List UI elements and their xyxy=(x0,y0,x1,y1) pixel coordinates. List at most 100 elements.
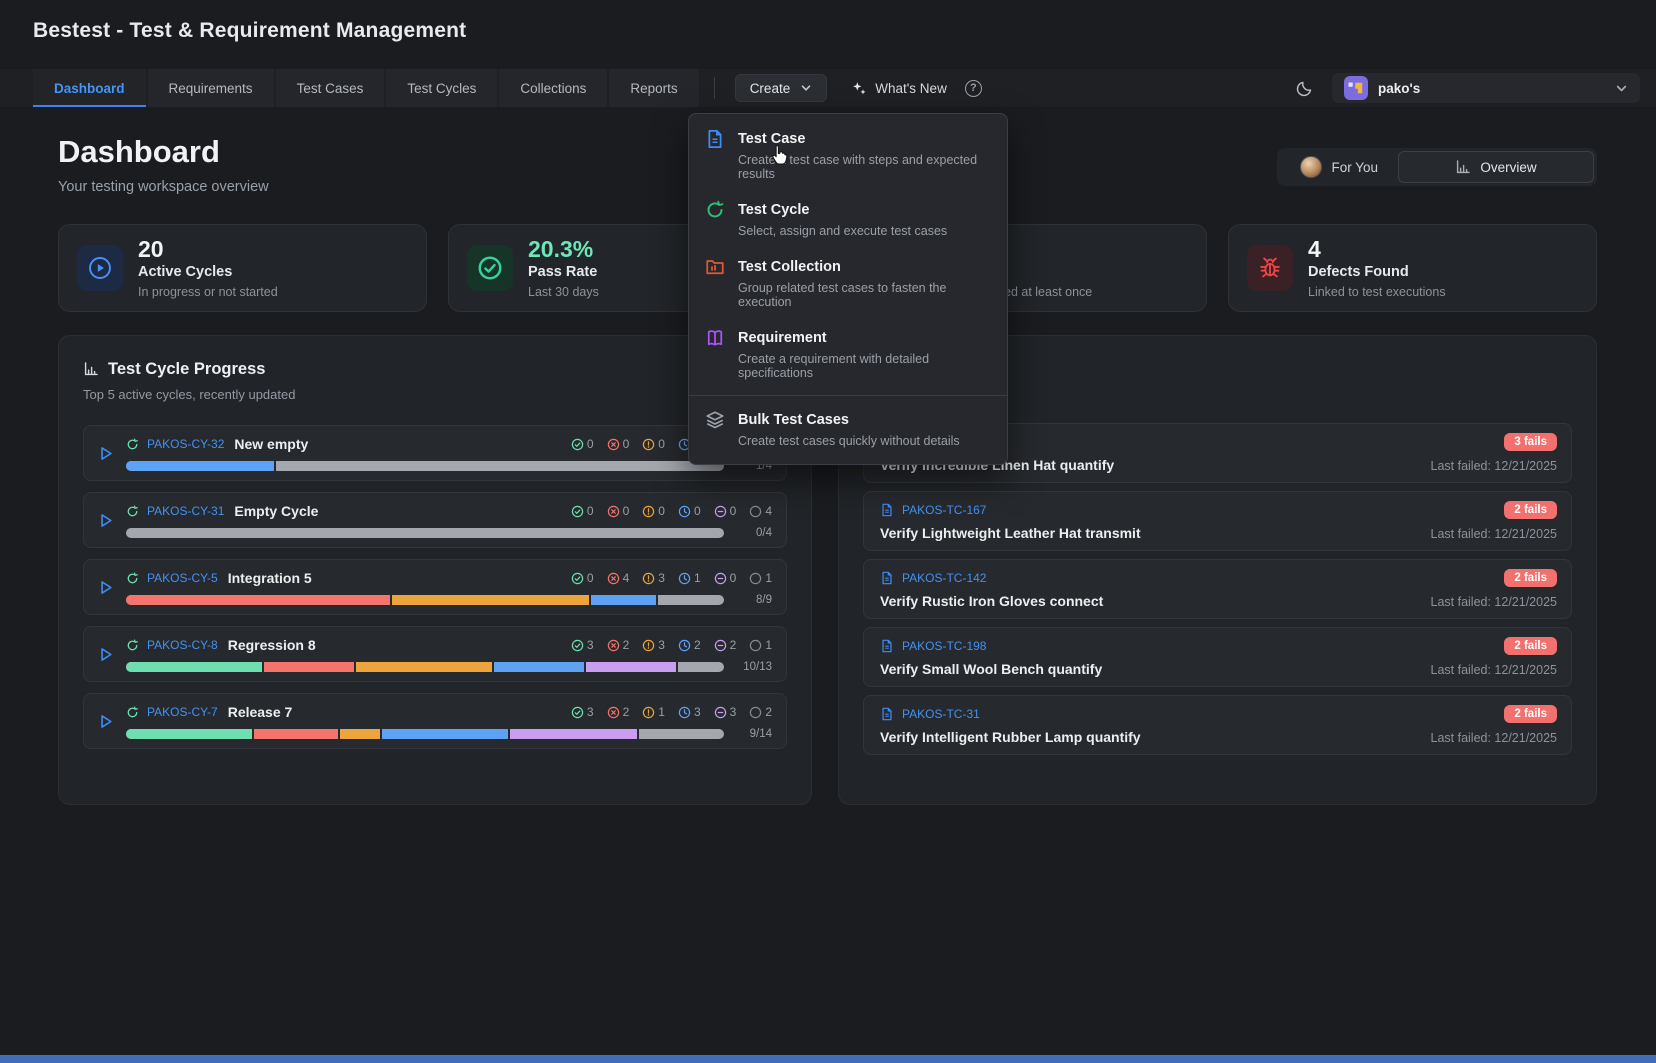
tab-test-cases[interactable]: Test Cases xyxy=(276,69,385,107)
run-cycle-button[interactable] xyxy=(94,645,116,664)
test-case-id-link[interactable]: PAKOS-TC-167 xyxy=(902,503,1496,517)
minus-circle-icon xyxy=(714,706,727,719)
book-icon xyxy=(705,328,725,348)
clock-icon xyxy=(678,639,691,652)
test-case-id-link[interactable]: PAKOS-TC-198 xyxy=(902,639,1496,653)
user-label: pako's xyxy=(1378,81,1420,96)
cycle-row-main: PAKOS-CY-5Integration 50431018/9 xyxy=(126,568,772,606)
x-circle-icon xyxy=(607,639,620,652)
tab-test-cycles[interactable]: Test Cycles xyxy=(386,69,497,107)
run-cycle-button[interactable] xyxy=(94,712,116,731)
run-cycle-button[interactable] xyxy=(94,511,116,530)
stat-value: 20.3% xyxy=(528,236,599,262)
status-chip-blocked: 0 xyxy=(642,504,665,518)
bar-chart-icon xyxy=(1455,159,1471,175)
failing-test-item: PAKOS-TC-1982 failsVerify Small Wool Ben… xyxy=(863,627,1572,687)
status-count: 3 xyxy=(587,705,594,719)
chevron-down-icon xyxy=(1615,82,1628,95)
menu-item-test-case[interactable]: Test CaseCreate a test case with steps a… xyxy=(689,120,1007,191)
fails-badge: 2 fails xyxy=(1504,637,1557,655)
cycle-row-main: PAKOS-CY-32New empty0001031/4 xyxy=(126,434,772,472)
create-button-label: Create xyxy=(750,81,791,96)
progress-segment-passed xyxy=(126,729,254,739)
play-icon xyxy=(96,511,115,530)
dark-mode-toggle[interactable] xyxy=(1295,79,1314,98)
x-circle-icon xyxy=(607,438,620,451)
main-navbar: DashboardRequirementsTest CasesTest Cycl… xyxy=(0,69,1656,107)
status-chip-failed: 2 xyxy=(607,705,630,719)
status-count: 3 xyxy=(658,571,665,585)
play-icon xyxy=(96,578,115,597)
progress-bar xyxy=(126,595,724,605)
cycle-id-link[interactable]: PAKOS-CY-8 xyxy=(147,638,218,652)
test-case-id-link[interactable]: PAKOS-TC-142 xyxy=(902,571,1496,585)
menu-item-title: Requirement xyxy=(738,330,827,346)
progress-bar xyxy=(126,729,724,739)
help-button[interactable]: ? xyxy=(965,80,982,97)
play-icon xyxy=(96,712,115,731)
cycle-name: Empty Cycle xyxy=(234,503,318,519)
stat-icon-tile xyxy=(1247,245,1293,291)
alert-circle-icon xyxy=(642,505,655,518)
menu-item-description: Select, assign and execute test cases xyxy=(738,224,991,238)
user-avatar xyxy=(1344,76,1368,100)
progress-segment-failed xyxy=(264,662,356,672)
menu-item-requirement[interactable]: RequirementCreate a requirement with det… xyxy=(689,319,1007,390)
run-cycle-button[interactable] xyxy=(94,578,116,597)
last-failed-date: Last failed: 12/21/2025 xyxy=(1431,731,1558,745)
failing-test-item: PAKOS-TC-1422 failsVerify Rustic Iron Gl… xyxy=(863,559,1572,619)
cycle-row: PAKOS-CY-5Integration 50431018/9 xyxy=(83,559,787,615)
status-count: 0 xyxy=(623,504,630,518)
cycle-progress-title: Test Cycle Progress xyxy=(108,360,265,379)
stat-card-defects-found: 4Defects FoundLinked to test executions xyxy=(1228,224,1597,312)
status-chip-failed: 0 xyxy=(607,504,630,518)
progress-segment-failed xyxy=(126,595,392,605)
for-you-button[interactable]: For You xyxy=(1280,151,1398,183)
stat-label: Active Cycles xyxy=(138,263,278,282)
minus-circle-icon xyxy=(714,572,727,585)
menu-item-test-cycle[interactable]: Test CycleSelect, assign and execute tes… xyxy=(689,191,1007,248)
cycle-progress-subtitle: Top 5 active cycles, recently updated xyxy=(83,387,787,403)
tab-collections[interactable]: Collections xyxy=(499,69,607,107)
play-icon xyxy=(96,444,115,463)
fails-badge: 2 fails xyxy=(1504,501,1557,519)
failing-tests-list: PAKOS-TC-1883 failsVerify Incredible Lin… xyxy=(863,423,1572,755)
status-chips: 323221 xyxy=(571,638,772,652)
document-icon xyxy=(880,639,894,653)
sparkles-icon xyxy=(851,80,867,96)
x-circle-icon xyxy=(607,505,620,518)
cycle-id-link[interactable]: PAKOS-CY-32 xyxy=(147,437,224,451)
whats-new-button[interactable]: What's New xyxy=(851,69,947,107)
cycle-icon xyxy=(126,706,139,719)
user-menu-button[interactable]: pako's xyxy=(1332,73,1640,103)
last-failed-date: Last failed: 12/21/2025 xyxy=(1431,459,1558,473)
status-count: 0 xyxy=(623,437,630,451)
cycle-row: PAKOS-CY-8Regression 832322110/13 xyxy=(83,626,787,682)
stat-text: 20Active CyclesIn progress or not starte… xyxy=(138,236,278,300)
run-cycle-button[interactable] xyxy=(94,444,116,463)
cycle-id-link[interactable]: PAKOS-CY-31 xyxy=(147,504,224,518)
alert-circle-icon xyxy=(642,639,655,652)
cycle-id-link[interactable]: PAKOS-CY-7 xyxy=(147,705,218,719)
cycle-row-main: PAKOS-CY-31Empty Cycle0000040/4 xyxy=(126,501,772,539)
menu-item-bulk-test-cases[interactable]: Bulk Test CasesCreate test cases quickly… xyxy=(689,401,1007,458)
cycle-rows: PAKOS-CY-32New empty0001031/4 PAKOS-CY-31… xyxy=(83,425,787,749)
status-chip-blocked: 3 xyxy=(642,638,665,652)
cycle-id-link[interactable]: PAKOS-CY-5 xyxy=(147,571,218,585)
status-count: 0 xyxy=(587,571,594,585)
bar-chart-icon xyxy=(1455,159,1471,175)
menu-item-test-collection[interactable]: Test CollectionGroup related test cases … xyxy=(689,248,1007,319)
last-failed-date: Last failed: 12/21/2025 xyxy=(1431,595,1558,609)
nav-divider xyxy=(714,77,715,99)
tab-reports[interactable]: Reports xyxy=(609,69,698,107)
tab-requirements[interactable]: Requirements xyxy=(148,69,274,107)
progress-segment-passed xyxy=(126,662,264,672)
menu-item-title: Test Collection xyxy=(738,259,841,275)
test-case-id-link[interactable]: PAKOS-TC-31 xyxy=(902,707,1496,721)
check-circle-icon xyxy=(571,706,584,719)
create-button[interactable]: Create xyxy=(735,74,828,102)
executed-fraction: 9/14 xyxy=(734,728,772,740)
layers-icon xyxy=(705,410,725,430)
tab-dashboard[interactable]: Dashboard xyxy=(33,69,146,107)
overview-button[interactable]: Overview xyxy=(1398,151,1594,183)
